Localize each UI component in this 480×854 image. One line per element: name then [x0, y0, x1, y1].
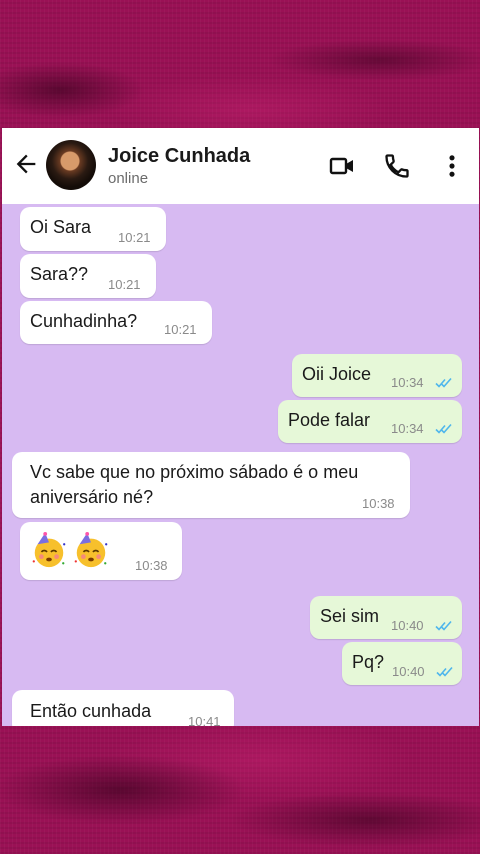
avatar[interactable]: [46, 140, 96, 190]
message-bubble-incoming[interactable]: 🥳🥳 10:38: [20, 522, 182, 580]
message-list: Oi Sara 10:21 Sara?? 10:21 Cunhadinha? 1…: [2, 204, 479, 726]
chat-screen: Joice Cunhada online Oi Sara 10:21 Sara?…: [2, 128, 479, 726]
chat-header: Joice Cunhada online: [2, 128, 479, 204]
message-bubble-outgoing[interactable]: Oii Joice 10:34: [292, 354, 462, 397]
message-text: Oi Sara: [30, 217, 92, 237]
message-text-line-1: Vc sabe que no próximo sábado é o meu: [30, 462, 359, 482]
message-text: Oii Joice: [302, 364, 372, 384]
message-bubble-outgoing[interactable]: Sei sim 10:40: [310, 596, 462, 639]
message-time: 10:34: [391, 375, 424, 390]
more-vert-icon[interactable]: [438, 152, 466, 180]
message-text: Pq?: [352, 652, 385, 672]
message-time: 10:34: [391, 421, 424, 436]
message-text-line-2: aniversário né?: [30, 487, 154, 507]
message-bubble-incoming[interactable]: Então cunhada 10:41: [12, 690, 234, 726]
double-check-icon: [435, 423, 452, 434]
video-call-icon[interactable]: [328, 152, 356, 180]
message-text: Pode falar: [288, 410, 371, 430]
message-bubble-outgoing[interactable]: Pq? 10:40: [342, 642, 462, 685]
message-time: 10:38: [362, 496, 395, 511]
double-check-icon: [436, 666, 453, 677]
message-bubble-incoming[interactable]: Cunhadinha? 10:21: [20, 301, 212, 344]
message-bubble-incoming[interactable]: Oi Sara 10:21: [20, 207, 166, 251]
message-time: 10:41: [188, 714, 221, 726]
double-check-icon: [435, 620, 452, 631]
message-bubble-incoming[interactable]: Sara?? 10:21: [20, 254, 156, 298]
message-text: Então cunhada: [30, 701, 152, 721]
message-time: 10:40: [392, 664, 425, 679]
contact-name[interactable]: Joice Cunhada: [108, 145, 250, 168]
phone-icon[interactable]: [383, 152, 411, 180]
message-text: Sei sim: [320, 606, 380, 626]
message-text: Cunhadinha?: [30, 311, 138, 331]
message-time: 10:21: [164, 322, 197, 337]
message-bubble-incoming[interactable]: Vc sabe que no próximo sábado é o meu an…: [12, 452, 410, 518]
message-time: 10:38: [135, 558, 168, 573]
message-time: 10:21: [108, 277, 141, 292]
message-time: 10:40: [391, 618, 424, 633]
message-text: Sara??: [30, 264, 89, 284]
message-bubble-outgoing[interactable]: Pode falar 10:34: [278, 400, 462, 443]
contact-status: online: [108, 170, 149, 187]
double-check-icon: [435, 377, 452, 388]
face-with-party-hat-icon: [74, 531, 108, 568]
arrow-left-icon[interactable]: [12, 150, 40, 178]
face-with-party-hat-icon: [32, 531, 66, 568]
message-time: 10:21: [118, 230, 151, 245]
